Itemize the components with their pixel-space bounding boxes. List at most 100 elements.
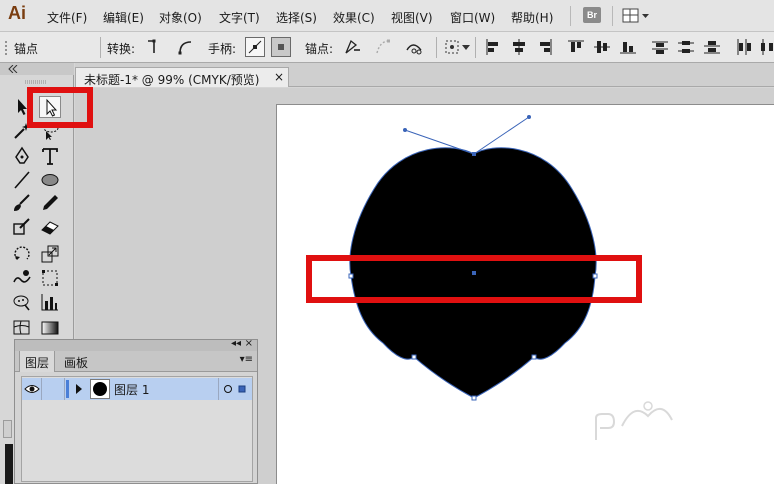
bridge-button[interactable]: Br — [583, 7, 601, 23]
layer-thumbnail-shape — [93, 382, 107, 396]
menu-help[interactable]: 帮助(H) — [511, 9, 553, 26]
direction-handle[interactable] — [403, 128, 407, 132]
rotate-tool[interactable] — [11, 243, 33, 265]
panel-menu-icon[interactable]: ▾≡ — [240, 354, 253, 365]
highlight-box-anchors — [306, 255, 642, 303]
scale-tool[interactable] — [39, 243, 61, 265]
ellipse-tool[interactable] — [39, 169, 61, 191]
close-icon[interactable]: × — [245, 338, 253, 349]
connect-anchors-icon[interactable] — [374, 38, 392, 56]
distribute-horizontal-center-icon[interactable] — [758, 38, 774, 56]
control-separator — [475, 37, 476, 58]
distribute-top-icon[interactable] — [651, 38, 669, 56]
column-graph-icon — [41, 294, 58, 311]
cut-path-icon[interactable] — [405, 38, 423, 56]
warp-tool[interactable] — [11, 267, 33, 289]
anchors-label: 锚点: — [305, 42, 334, 56]
align-vertical-center-icon[interactable] — [593, 38, 611, 56]
convert-to-corner-icon[interactable] — [145, 38, 163, 56]
remove-anchor-icon[interactable] — [343, 38, 361, 56]
hide-handles-button[interactable] — [271, 37, 291, 57]
layer-color-swatch — [66, 380, 69, 398]
paintbrush-icon — [14, 194, 30, 211]
menu-separator — [570, 6, 571, 26]
layer-target[interactable] — [218, 378, 252, 400]
gradient-tool[interactable] — [39, 317, 61, 339]
free-transform-icon — [42, 270, 58, 286]
close-icon[interactable]: × — [274, 70, 284, 84]
tab-artboards[interactable]: 画板 — [59, 351, 93, 372]
eraser-tool[interactable] — [39, 216, 61, 238]
handles-label: 手柄: — [208, 42, 237, 56]
symbol-sprayer-icon — [13, 295, 30, 311]
type-tool-icon — [42, 148, 58, 165]
menu-object[interactable]: 对象(O) — [159, 9, 202, 26]
pen-tool[interactable] — [11, 145, 33, 167]
symbol-sprayer-tool[interactable] — [11, 291, 33, 313]
collapse-panel-icon[interactable]: ◂◂ — [231, 338, 241, 349]
pen-tool-icon — [15, 146, 29, 164]
distribute-left-icon[interactable] — [734, 38, 752, 56]
expand-arrow-icon[interactable] — [74, 382, 84, 396]
paintbrush-tool[interactable] — [11, 192, 33, 214]
collapse-panel-icon[interactable] — [8, 65, 18, 73]
align-left-icon[interactable] — [484, 38, 502, 56]
layer-thumbnail — [90, 379, 110, 399]
document-tab-title: 未标题-1* @ 99% (CMYK/预览) — [84, 73, 260, 87]
control-separator — [436, 37, 437, 58]
blob-brush-icon — [13, 218, 30, 235]
align-top-icon[interactable] — [567, 38, 585, 56]
mesh-tool[interactable] — [11, 317, 33, 339]
line-segment-tool[interactable] — [11, 169, 33, 191]
show-handles-button[interactable] — [245, 37, 265, 57]
layer-row[interactable]: 图层 1 — [22, 378, 252, 400]
align-bottom-icon[interactable] — [619, 38, 637, 56]
menu-file[interactable]: 文件(F) — [47, 9, 87, 26]
column-graph-tool[interactable] — [39, 291, 61, 313]
type-tool[interactable] — [39, 145, 61, 167]
anchor-point-bottom-left[interactable] — [411, 354, 417, 360]
menu-effect[interactable]: 效果(C) — [333, 9, 375, 26]
layer-name[interactable]: 图层 1 — [114, 381, 149, 398]
menu-window[interactable]: 窗口(W) — [450, 9, 495, 26]
anchor-point-bottom[interactable] — [471, 395, 477, 401]
layers-panel-tabs: 图层 画板 ▾≡ — [15, 351, 257, 372]
rotate-icon — [14, 246, 30, 260]
menu-view[interactable]: 视图(V) — [391, 9, 433, 26]
document-tab[interactable]: 未标题-1* @ 99% (CMYK/预览) × — [75, 67, 289, 87]
layers-panel: ◂◂ × 图层 画板 ▾≡ 图层 1 — [14, 338, 258, 484]
line-segment-icon — [14, 171, 30, 189]
menu-bar: Ai 文件(F) 编辑(E) 对象(O) 文字(T) 选择(S) 效果(C) 视… — [0, 0, 774, 32]
pencil-tool[interactable] — [39, 192, 61, 214]
mesh-icon — [13, 320, 30, 335]
anchor-point-bottom-right[interactable] — [531, 354, 537, 360]
distribute-bottom-icon[interactable] — [703, 38, 721, 56]
direction-handle[interactable] — [527, 115, 531, 119]
free-transform-tool[interactable] — [39, 267, 61, 289]
menu-type[interactable]: 文字(T) — [219, 9, 260, 26]
chevron-down-icon[interactable] — [462, 45, 470, 51]
watermark-logo — [595, 401, 673, 440]
visibility-toggle[interactable] — [22, 378, 42, 400]
scale-icon — [41, 245, 59, 263]
app-logo: Ai — [8, 3, 26, 23]
isolate-object-icon[interactable] — [444, 38, 462, 56]
layers-list: 图层 1 — [21, 376, 253, 482]
anchor-point-top[interactable] — [472, 152, 476, 156]
lock-toggle[interactable] — [43, 378, 65, 400]
control-bar: 锚点 转换: 手柄: 锚点: — [0, 32, 774, 63]
blob-brush-tool[interactable] — [11, 216, 33, 238]
grip-icon — [5, 41, 7, 55]
highlight-box-tool — [27, 87, 93, 128]
distribute-center-icon[interactable] — [677, 38, 695, 56]
workspace-switcher-button[interactable] — [622, 8, 650, 27]
ellipse-tool-icon — [41, 174, 59, 186]
align-horizontal-center-icon[interactable] — [510, 38, 528, 56]
control-separator — [100, 37, 101, 58]
convert-to-smooth-icon[interactable] — [176, 38, 194, 56]
menu-edit[interactable]: 编辑(E) — [103, 9, 144, 26]
align-right-icon[interactable] — [536, 38, 554, 56]
menu-select[interactable]: 选择(S) — [276, 9, 317, 26]
layers-panel-titlebar[interactable]: ◂◂ × — [15, 338, 257, 351]
tab-layers[interactable]: 图层 — [19, 351, 56, 372]
